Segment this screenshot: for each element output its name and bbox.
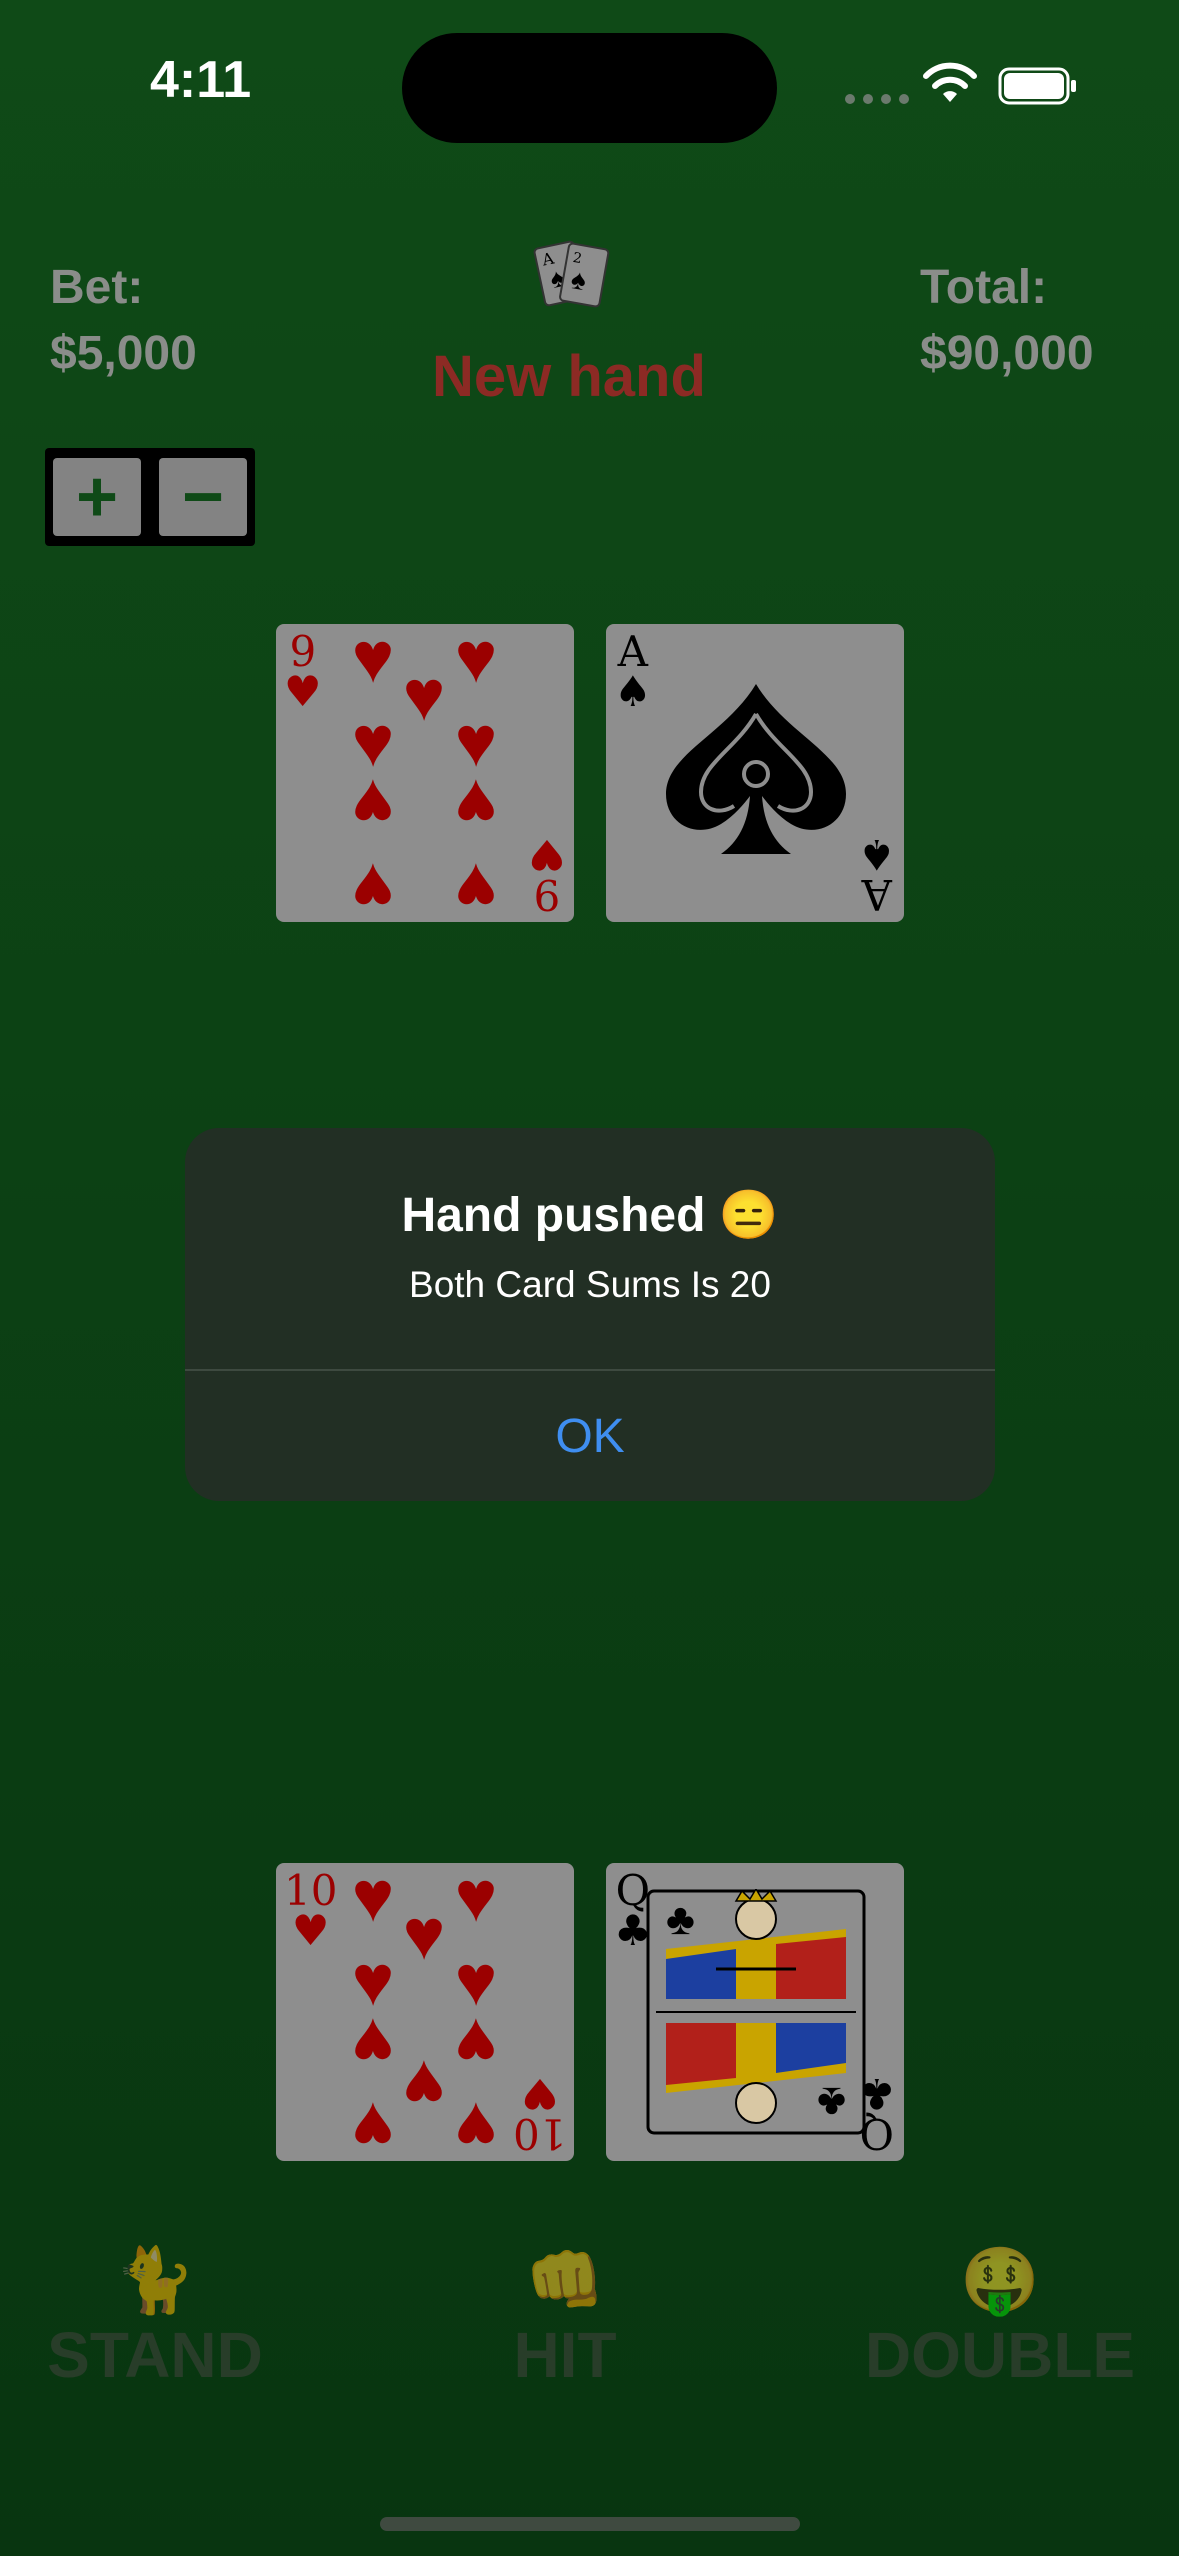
alert-dialog: Hand pushed 😑 Both Card Sums Is 20 OK xyxy=(185,1128,995,1501)
hit-button[interactable]: 👊 HIT xyxy=(465,2245,665,2395)
double-button[interactable]: 🤑 DOUBLE xyxy=(860,2245,1140,2395)
dealer-card-1: 9 ♥ 9 ♥ ♥ ♥ ♥ ♥ ♥ ♥ ♥ ♥ ♥ xyxy=(276,624,574,922)
hand-status-text: New hand xyxy=(432,344,706,409)
alert-ok-button[interactable]: OK xyxy=(185,1371,995,1501)
decrease-bet-button[interactable]: − xyxy=(159,458,247,536)
heart-pip-icon: ♥ xyxy=(454,1863,498,1937)
card-corner-bottom: A ♠ xyxy=(858,830,896,919)
dynamic-island xyxy=(402,33,777,143)
heart-pip-icon: ♥ xyxy=(402,1895,446,1975)
heart-pip-icon: ♥ xyxy=(351,624,395,698)
playing-cards-icon: A ♠ 2 ♠ xyxy=(533,240,610,308)
money-face-icon: 🤑 xyxy=(960,2244,1040,2316)
heart-pip-icon: ♥ xyxy=(351,2087,395,2161)
heart-pip-icon: ♥ xyxy=(402,2045,446,2125)
wifi-icon xyxy=(923,62,977,102)
alert-title: Hand pushed 😑 xyxy=(401,1189,779,1242)
ace-spade-icon xyxy=(666,684,846,854)
heart-pip-icon: ♥ xyxy=(351,1863,395,1937)
total-value: $90,000 xyxy=(920,327,1094,380)
alert-message: Both Card Sums Is 20 xyxy=(409,1264,771,1305)
heart-pip-icon: ♥ xyxy=(454,624,498,698)
heart-pip-icon: ♥ xyxy=(351,764,395,844)
heart-pip-icon: ♥ xyxy=(402,656,446,736)
card-corner-top: 9 ♥ xyxy=(284,627,322,716)
status-time: 4:11 xyxy=(150,51,252,109)
cat-icon: 🐈 xyxy=(115,2244,195,2316)
bet-value: $5,000 xyxy=(50,327,197,380)
bet-label: Bet: xyxy=(50,261,144,314)
double-label: DOUBLE xyxy=(864,2319,1136,2391)
home-indicator[interactable] xyxy=(380,2517,800,2531)
card-corner-bottom: 10 ♥ xyxy=(512,2069,566,2158)
stand-button[interactable]: 🐈 STAND xyxy=(40,2245,270,2395)
heart-pip-icon: ♥ xyxy=(454,764,498,844)
heart-pip-icon: ♥ xyxy=(351,2003,395,2083)
heart-pip-icon: ♥ xyxy=(454,2003,498,2083)
player-card-2: Q ♣ Q ♣ ♣ ♣ xyxy=(606,1863,904,2161)
svg-text:♣: ♣ xyxy=(666,1895,695,1944)
hit-label: HIT xyxy=(513,2319,617,2391)
heart-pip-icon: ♥ xyxy=(454,848,498,922)
player-card-1: 10 ♥ 10 ♥ ♥ ♥ ♥ ♥ ♥ ♥ ♥ ♥ ♥ ♥ xyxy=(276,1863,574,2161)
stand-label: STAND xyxy=(47,2319,263,2391)
card-corner-top: 10 ♥ xyxy=(284,1866,338,1955)
total-label: Total: xyxy=(920,261,1048,314)
queen-of-clubs-face-icon: ♣ ♣ xyxy=(646,1889,866,2135)
battery-icon xyxy=(998,67,1076,105)
heart-pip-icon: ♥ xyxy=(454,2087,498,2161)
dealer-card-2: A ♠ A ♠ xyxy=(606,624,904,922)
total-display: Total: $90,000 xyxy=(920,255,1094,387)
cellular-signal-icon xyxy=(845,94,909,104)
card-corner-top: A ♠ xyxy=(614,627,652,716)
increase-bet-button[interactable]: + xyxy=(53,458,141,536)
svg-text:♣: ♣ xyxy=(817,2078,846,2127)
bet-display: Bet: $5,000 xyxy=(50,255,197,387)
bet-stepper: + − xyxy=(45,448,255,546)
heart-pip-icon: ♥ xyxy=(351,848,395,922)
fist-icon: 👊 xyxy=(525,2244,605,2316)
card-corner-bottom: 9 ♥ xyxy=(528,830,566,919)
